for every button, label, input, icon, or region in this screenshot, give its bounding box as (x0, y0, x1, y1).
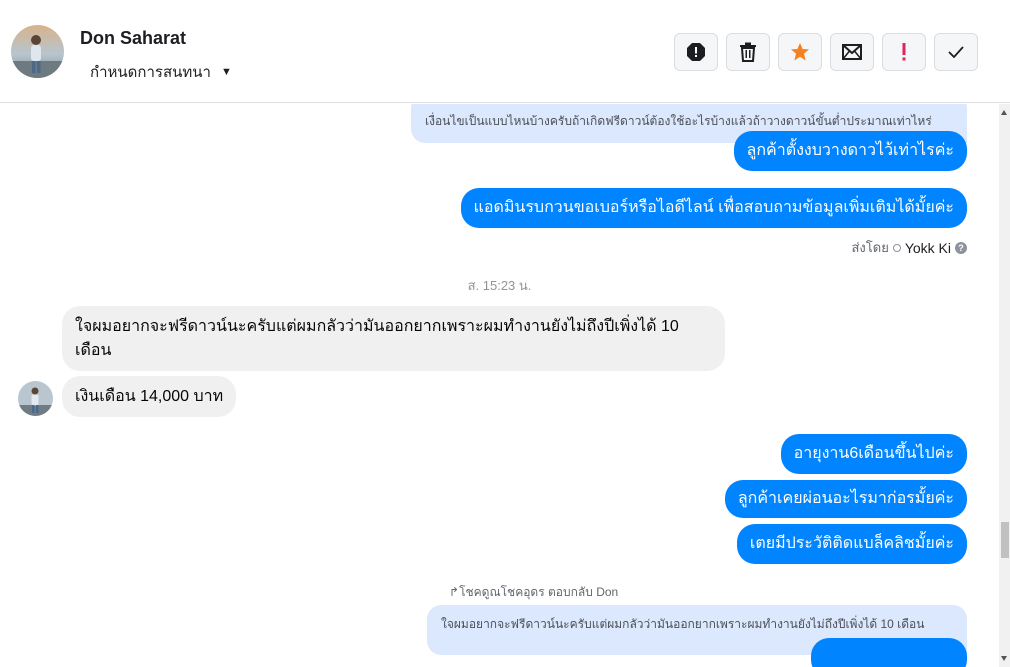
help-icon[interactable]: ? (955, 241, 967, 254)
exclamation-icon (902, 43, 906, 61)
conversation-toolbar (674, 33, 978, 71)
assign-conversation-dropdown[interactable]: กำหนดการสนทนา ▼ (90, 60, 232, 84)
message-thread[interactable]: เงื่อนไขเป็นแบบไหนบ้างครับถ้าเกิดฟรีดาวน… (0, 104, 999, 667)
alert-octagon-icon (687, 43, 705, 61)
star-button[interactable] (778, 33, 822, 71)
conversation-header: Don Saharat กำหนดการสนทนา ▼ (0, 0, 1010, 103)
message-bubble-outgoing[interactable]: ลูกค้าตั้งงบวางดาวไว้เท่าไรค่ะ (733, 131, 967, 171)
contact-avatar-small[interactable] (18, 381, 53, 416)
mark-unread-button[interactable] (830, 33, 874, 71)
mark-spam-button[interactable] (674, 33, 718, 71)
scrollbar-thumb[interactable] (1001, 522, 1009, 558)
contact-avatar[interactable] (11, 25, 64, 78)
star-icon (791, 43, 809, 61)
caret-down-icon: ▼ (220, 66, 232, 78)
message-bubble-outgoing[interactable]: ลูกค้าเคยผ่อนอะไรมาก่อรมั้ยค่ะ (724, 480, 967, 518)
message-bubble-outgoing[interactable] (811, 638, 967, 667)
sender-name[interactable]: Yokk Ki (905, 240, 951, 256)
message-bubble-outgoing[interactable]: แอดมินรบกวนขอเบอร์หรือไอดีไลน์ เพื่อสอบถ… (460, 188, 967, 228)
reply-note-text: โชคดูณโชคอุดร ตอบกลับ Don (459, 585, 619, 599)
reply-arrow-icon: ↱ (449, 585, 460, 599)
contact-name[interactable]: Don Saharat (80, 28, 186, 49)
message-bubble-outgoing[interactable]: เตยมีประวัติติดแบล็คลิชมั้ยค่ะ (736, 524, 967, 564)
sent-status-icon (892, 243, 901, 252)
message-timestamp: ส. 15:23 น. (467, 278, 532, 293)
thread-scrollbar[interactable] (999, 104, 1010, 667)
scroll-down-arrow-icon[interactable] (1001, 656, 1007, 661)
sent-by-info: ส่งโดย Yokk Ki ? (851, 237, 967, 258)
message-bubble-incoming[interactable]: ใจผมอยากจะฟรีดาวน์นะครับแต่ผมกลัวว่ามันอ… (62, 306, 725, 371)
message-bubble-outgoing[interactable]: อายุงาน6เดือนขึ้นไปค่ะ (780, 434, 967, 474)
mark-important-button[interactable] (882, 33, 926, 71)
scroll-up-arrow-icon[interactable] (1001, 110, 1007, 115)
mark-done-button[interactable] (934, 33, 978, 71)
assign-conversation-label: กำหนดการสนทนา (90, 64, 211, 81)
envelope-icon (842, 44, 862, 60)
delete-button[interactable] (726, 33, 770, 71)
check-icon (948, 46, 964, 58)
message-bubble-incoming[interactable]: เงินเดือน 14,000 บาท (62, 376, 237, 417)
reply-note: ↱โชคดูณโชคอุดร ตอบกลับ Don (449, 583, 618, 602)
trash-icon (740, 42, 756, 62)
sent-by-label: ส่งโดย (851, 240, 889, 255)
